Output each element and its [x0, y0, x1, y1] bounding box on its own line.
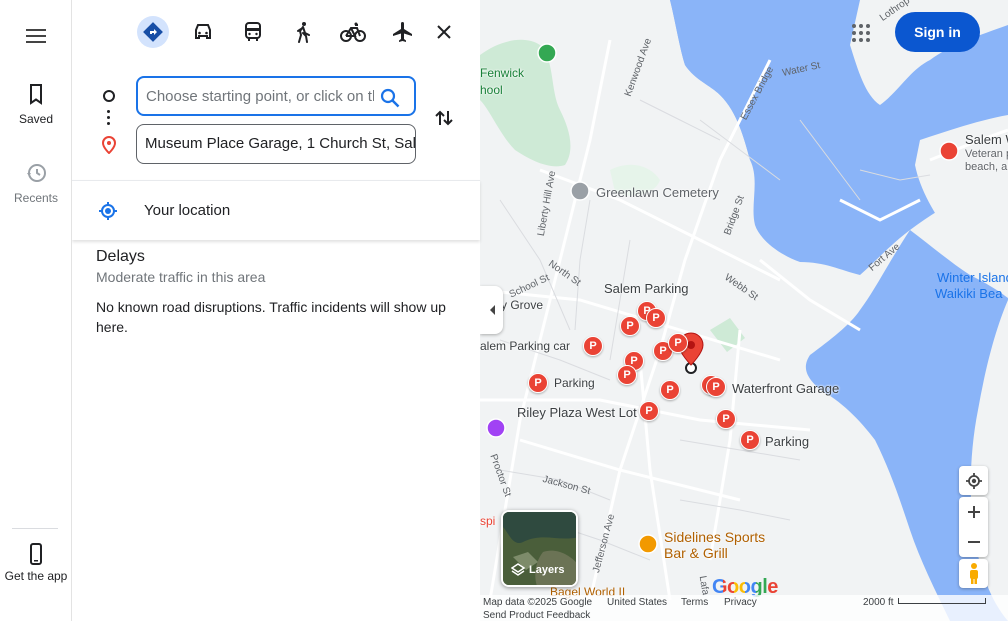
bus-icon — [245, 22, 261, 41]
swap-icon[interactable] — [432, 106, 456, 130]
delays-section: Delays Moderate traffic in this area No … — [96, 248, 456, 337]
route-dots-icon — [107, 110, 110, 128]
place-riley-plaza-west-lot[interactable]: Riley Plaza West Lot — [517, 405, 637, 420]
zoom-out-button[interactable] — [959, 527, 988, 557]
rail-divider — [12, 528, 58, 529]
directions-panel: Museum Place Garage, 1 Church St, Salem,… — [72, 0, 480, 621]
place-salem-w[interactable]: Salem W — [965, 132, 1008, 147]
parking-marker[interactable]: P — [716, 409, 736, 429]
place-winter-island[interactable]: Winter Island — [937, 270, 1008, 285]
pegman-icon — [969, 562, 978, 584]
mode-flights[interactable] — [387, 16, 419, 48]
sign-in-button[interactable]: Sign in — [895, 12, 980, 52]
mode-walking[interactable] — [287, 16, 319, 48]
saved-label: Saved — [18, 112, 54, 126]
layers-label: Layers — [529, 564, 565, 576]
delays-body: No known road disruptions. Traffic incid… — [96, 299, 446, 335]
destination-input[interactable]: Museum Place Garage, 1 Church St, Salem,… — [136, 124, 416, 164]
place-waterfront-garage[interactable]: Waterfront Garage — [732, 381, 839, 396]
bookmark-icon — [30, 84, 42, 105]
saved-button[interactable]: Saved — [0, 82, 72, 126]
parking-marker[interactable]: P — [583, 336, 603, 356]
walking-icon — [297, 22, 310, 43]
travel-mode-bar — [72, 0, 480, 64]
my-location-button[interactable] — [959, 466, 988, 495]
place-sidelines-2: Bar & Grill — [664, 545, 728, 561]
recents-button[interactable]: Recents — [0, 161, 72, 205]
scale-bar[interactable] — [898, 598, 986, 604]
scale-label[interactable]: 2000 ft — [863, 597, 894, 608]
close-icon — [437, 25, 451, 39]
parking-marker[interactable]: P — [706, 377, 726, 397]
layers-icon — [511, 563, 525, 576]
phone-icon — [30, 543, 42, 565]
search-icon[interactable] — [378, 86, 402, 110]
get-app-button[interactable]: Get the app — [0, 542, 72, 584]
parking-marker[interactable]: P — [620, 316, 640, 336]
place-veteran: Veteran pl — [965, 148, 1008, 160]
street-view-pegman-button[interactable] — [959, 559, 988, 588]
recents-label: Recents — [13, 191, 59, 205]
plus-icon — [967, 506, 980, 518]
bicycle-icon — [340, 22, 366, 42]
layers-label-wrap: Layers — [511, 563, 564, 577]
get-app-label: Get the app — [4, 569, 68, 583]
parking-marker[interactable]: P — [660, 380, 680, 400]
left-rail: Saved Recents Get the app — [0, 0, 72, 621]
route-inputs: Museum Place Garage, 1 Church St, Salem,… — [72, 64, 480, 180]
place-hospital: spi — [480, 514, 496, 528]
starting-point-input[interactable] — [136, 76, 416, 116]
place-salem-parking[interactable]: Salem Parking — [604, 281, 689, 296]
close-directions-button[interactable] — [432, 20, 456, 44]
privacy-link[interactable]: Privacy — [724, 597, 757, 608]
parking-marker[interactable]: P — [617, 365, 637, 385]
place-parking-2[interactable]: Parking — [765, 434, 809, 449]
mode-cycling[interactable] — [337, 16, 369, 48]
place-fenwick[interactable]: Fenwick — [480, 66, 524, 80]
delays-subtitle: Moderate traffic in this area — [96, 269, 266, 285]
menu-icon[interactable] — [24, 24, 48, 48]
send-feedback-link[interactable]: Send Product Feedback — [483, 610, 590, 621]
zoom-in-button[interactable] — [959, 497, 988, 527]
place-waikiki-beach: Waikiki Bea — [935, 286, 1003, 301]
delays-title: Delays — [96, 248, 145, 265]
google-apps-icon[interactable] — [851, 23, 871, 43]
layers-button[interactable]: Layers — [501, 510, 578, 587]
place-fenwick-2: hool — [480, 83, 503, 97]
your-location-option[interactable]: Your location — [72, 180, 480, 240]
mode-transit[interactable] — [237, 16, 269, 48]
mode-driving[interactable] — [187, 16, 219, 48]
parking-marker[interactable]: P — [646, 308, 666, 328]
destination-pin-icon — [101, 135, 117, 159]
your-location-label: Your location — [144, 202, 231, 219]
chevron-left-icon — [489, 305, 495, 315]
car-icon — [195, 24, 211, 39]
history-icon — [27, 164, 46, 182]
place-parking-1[interactable]: Parking — [554, 376, 595, 390]
airplane-icon — [393, 22, 412, 42]
parking-marker[interactable]: P — [740, 430, 760, 450]
place-grove: y Grove — [501, 298, 544, 312]
zoom-controls — [959, 497, 988, 557]
my-location-icon — [99, 202, 117, 220]
minus-icon — [967, 541, 980, 543]
terms-link[interactable]: Terms — [681, 597, 708, 608]
country-link[interactable]: United States — [607, 597, 667, 608]
place-sidelines-1[interactable]: Sidelines Sports — [664, 529, 765, 545]
place-beach: beach, an — [965, 161, 1008, 173]
locate-icon — [965, 472, 982, 489]
collapse-panel-button[interactable] — [480, 286, 503, 334]
map-data-attribution: Map data ©2025 Google — [483, 597, 593, 608]
place-greenlawn-cemetery[interactable]: Greenlawn Cemetery — [596, 185, 719, 200]
parking-marker[interactable]: P — [668, 333, 688, 353]
parking-marker[interactable]: P — [639, 401, 659, 421]
directions-icon — [143, 22, 163, 42]
map-canvas[interactable]: Fenwick hool Greenlawn Cemetery Salem Pa… — [480, 0, 1008, 621]
mode-best[interactable] — [137, 16, 169, 48]
start-point-icon — [103, 90, 115, 102]
place-salem-parking-car[interactable]: alem Parking car — [480, 339, 570, 353]
parking-marker[interactable]: P — [528, 373, 548, 393]
